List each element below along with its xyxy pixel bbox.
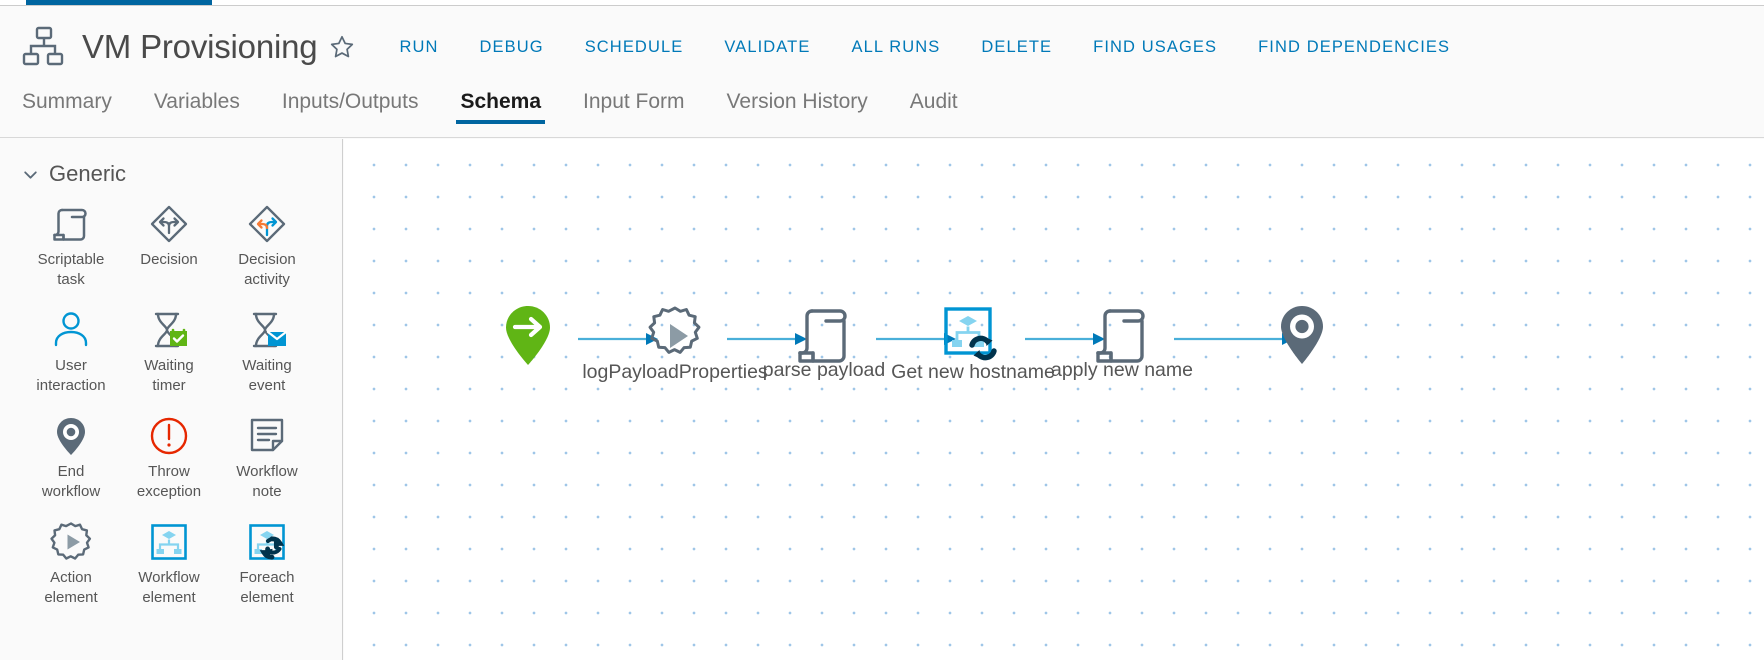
scriptable-task-icon — [48, 201, 94, 247]
palette-item-label: User interaction — [36, 357, 106, 394]
chevron-down-icon — [22, 166, 39, 183]
palette-item-user-interaction[interactable]: User interaction — [22, 301, 120, 407]
schema-node-logpayloadproperties[interactable]: logPayloadProperties — [582, 305, 768, 383]
decision-activity-icon — [244, 201, 290, 247]
action-schedule[interactable]: SCHEDULE — [585, 32, 684, 63]
waiting-event-icon — [244, 307, 290, 353]
palette-item-label: Waiting event — [242, 357, 292, 394]
user-interaction-icon — [48, 307, 94, 353]
palette-item-label: Waiting timer — [144, 357, 194, 394]
active-tab-indicator — [26, 0, 212, 5]
tab-version-history[interactable]: Version History — [727, 90, 868, 124]
palette-item-decision-activity[interactable]: Decision activity — [218, 195, 316, 301]
palette-item-workflow-element[interactable]: Workflow element — [120, 513, 218, 619]
schema-node-parse-payload[interactable]: parse payload — [763, 303, 885, 381]
schema-canvas[interactable]: logPayloadProperties parse payload Get n… — [344, 139, 1764, 660]
workflow-schema-icon — [20, 23, 68, 71]
palette-item-label: Action element — [44, 569, 98, 606]
palette-item-waiting-timer[interactable]: Waiting timer — [120, 301, 218, 407]
workflow-element-icon — [146, 519, 192, 565]
start-workflow-pin-icon — [506, 306, 550, 365]
schema-node-label: logPayloadProperties — [582, 361, 768, 383]
star-outline-icon[interactable] — [329, 34, 355, 60]
action-find-dependencies[interactable]: FIND DEPENDENCIES — [1258, 32, 1450, 63]
tab-input-form[interactable]: Input Form — [583, 90, 685, 124]
palette-group-label: Generic — [49, 161, 127, 186]
workflow-note-icon — [244, 413, 290, 459]
tab-variables[interactable]: Variables — [154, 90, 240, 124]
sub-tab-bar: Summary Variables Inputs/Outputs Schema … — [0, 88, 1764, 138]
palette-group-generic[interactable]: Generic — [22, 161, 342, 187]
palette-item-end-workflow[interactable]: End workflow — [22, 407, 120, 513]
palette-item-label: Throw exception — [136, 463, 202, 500]
tab-inputs-outputs[interactable]: Inputs/Outputs — [282, 90, 419, 124]
schema-node-label: apply new name — [1050, 359, 1194, 381]
schema-node-start[interactable] — [496, 303, 560, 367]
action-debug[interactable]: DEBUG — [480, 32, 544, 63]
palette-item-label: Workflow element — [138, 569, 200, 606]
schema-element-palette: Generic Scriptable task Decision Decisio… — [0, 139, 343, 660]
tab-audit[interactable]: Audit — [910, 90, 958, 124]
action-run[interactable]: RUN — [399, 32, 438, 63]
foreach-element-icon — [944, 307, 997, 361]
palette-item-label: Decision — [140, 251, 198, 268]
end-workflow-icon — [48, 413, 94, 459]
schema-node-end[interactable] — [1272, 303, 1332, 367]
palette-item-grid: Scriptable task Decision Decision activi… — [22, 195, 342, 619]
palette-item-label: Foreach element — [239, 569, 295, 606]
schema-node-label: Get new hostname — [891, 361, 1055, 383]
palette-item-throw-exception[interactable]: Throw exception — [120, 407, 218, 513]
waiting-timer-icon — [146, 307, 192, 353]
schema-node-get-new-hostname[interactable]: Get new hostname — [891, 305, 1055, 383]
palette-item-label: Scriptable task — [37, 251, 105, 288]
palette-item-label: End workflow — [41, 463, 101, 500]
schema-node-apply-new-name[interactable]: apply new name — [1051, 303, 1193, 381]
action-element-icon — [648, 306, 701, 354]
throw-exception-icon — [146, 413, 192, 459]
foreach-element-icon — [244, 519, 290, 565]
action-all-runs[interactable]: ALL RUNS — [851, 32, 940, 63]
page-title: VM Provisioning — [82, 28, 318, 65]
palette-item-workflow-note[interactable]: Workflow note — [218, 407, 316, 513]
palette-item-label: Workflow note — [236, 463, 298, 500]
page-header: VM Provisioning RUN DEBUG SCHEDULE VALID… — [0, 6, 1764, 88]
tab-summary[interactable]: Summary — [22, 90, 112, 124]
end-workflow-pin-icon — [1281, 306, 1323, 364]
decision-icon — [146, 201, 192, 247]
workflow-diagram: logPayloadProperties parse payload Get n… — [344, 139, 1764, 660]
palette-item-waiting-event[interactable]: Waiting event — [218, 301, 316, 407]
palette-item-decision[interactable]: Decision — [120, 195, 218, 301]
palette-item-scriptable-task[interactable]: Scriptable task — [22, 195, 120, 301]
header-action-links: RUN DEBUG SCHEDULE VALIDATE ALL RUNS DEL… — [399, 32, 1450, 63]
palette-item-action-element[interactable]: Action element — [22, 513, 120, 619]
palette-item-foreach-element[interactable]: Foreach element — [218, 513, 316, 619]
palette-item-label: Decision activity — [238, 251, 296, 288]
action-element-icon — [48, 519, 94, 565]
action-delete[interactable]: DELETE — [981, 32, 1052, 63]
action-find-usages[interactable]: FIND USAGES — [1093, 32, 1217, 63]
schema-node-label: parse payload — [762, 359, 886, 381]
action-validate[interactable]: VALIDATE — [724, 32, 810, 63]
tab-schema[interactable]: Schema — [456, 90, 545, 124]
